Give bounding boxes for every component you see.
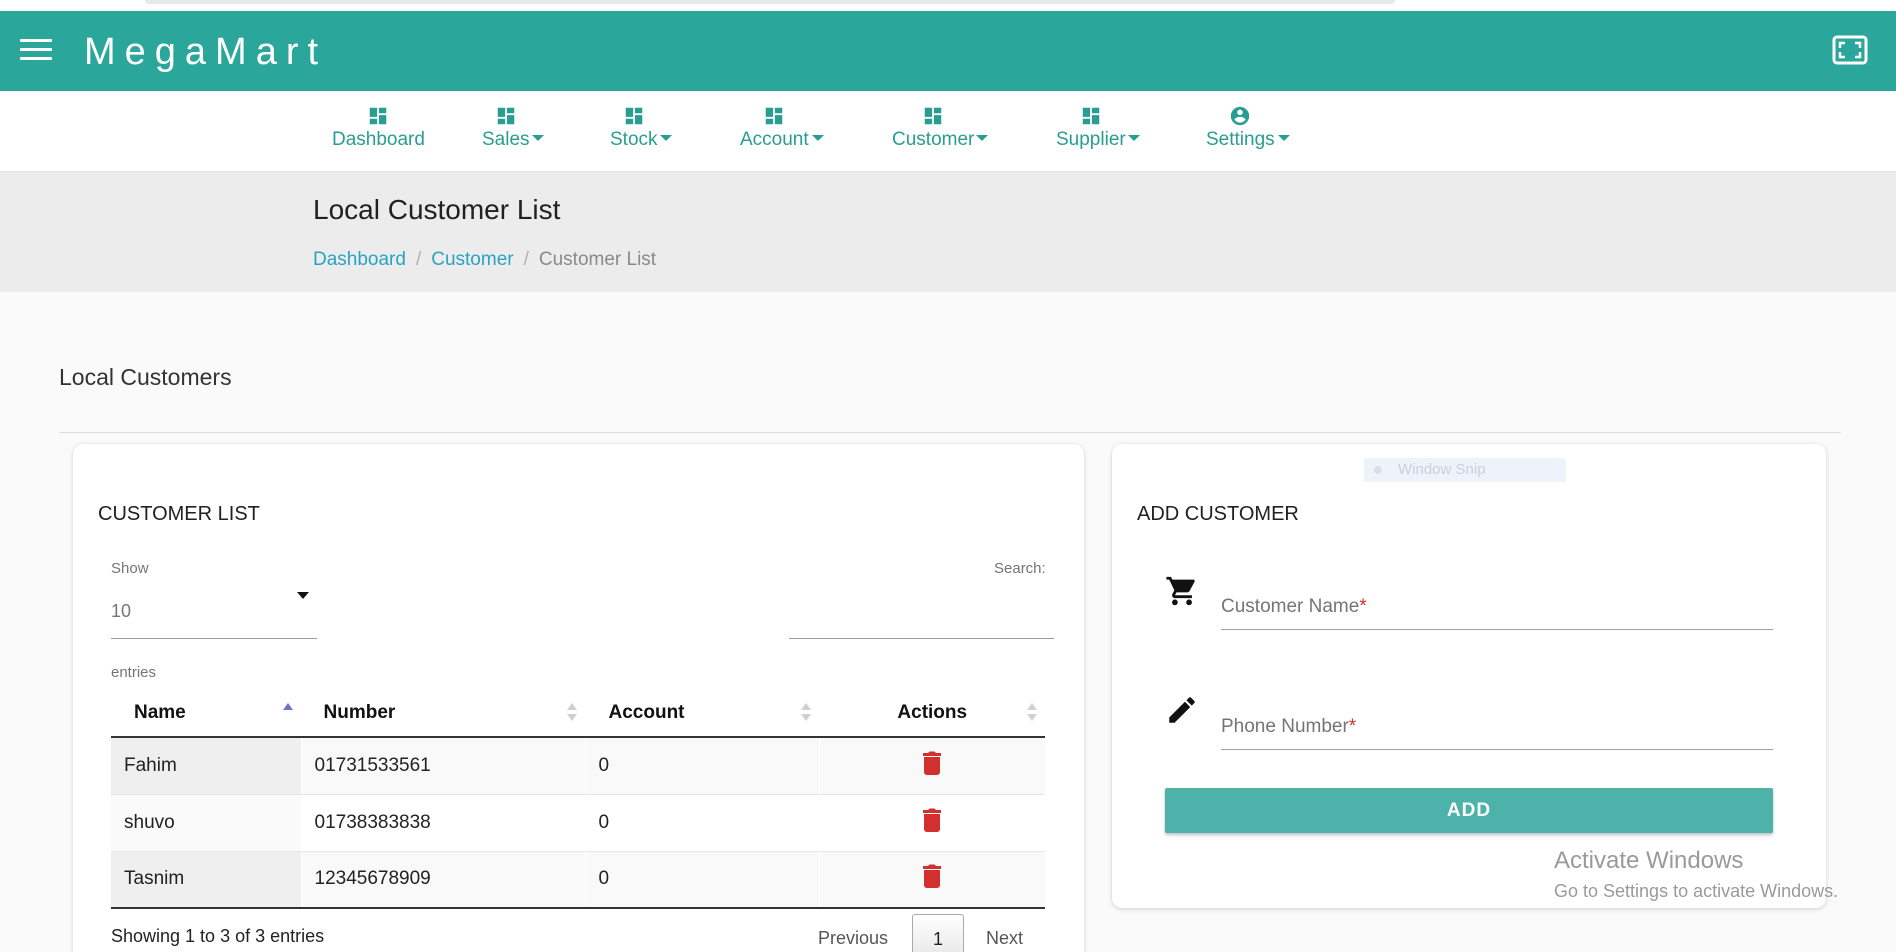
nav-label-settings: Settings xyxy=(1206,129,1275,150)
breadcrumb-dashboard[interactable]: Dashboard xyxy=(313,249,406,270)
page-title: Local Customer List xyxy=(313,194,561,225)
cell-account: 0 xyxy=(584,737,819,795)
main-nav: Dashboard Sales Stock Account Customer S… xyxy=(0,91,1896,172)
cell-name: Tasnim xyxy=(111,851,301,909)
column-header-number[interactable]: Number xyxy=(300,689,585,738)
cell-number: 01731533561 xyxy=(300,737,585,795)
pagination-previous[interactable]: Previous xyxy=(818,928,888,949)
column-header-actions[interactable]: Actions xyxy=(818,689,1045,738)
column-header-name[interactable]: Name xyxy=(111,689,301,738)
page-header: Local Customer List Dashboard / Customer / C… xyxy=(0,172,1896,292)
chevron-down-icon xyxy=(812,135,824,141)
chevron-down-icon xyxy=(532,135,544,141)
nav-item-account[interactable]: Account xyxy=(740,105,824,151)
pagination-next[interactable]: Next xyxy=(986,928,1023,949)
nav-item-stock[interactable]: Stock xyxy=(610,105,672,151)
page-length-value: 10 xyxy=(111,601,132,621)
shopping-cart-icon xyxy=(1166,576,1195,606)
activate-windows-title: Activate Windows xyxy=(1554,847,1744,874)
customer-name-label: Customer Name* xyxy=(1221,596,1367,617)
add-customer-button[interactable]: ADD xyxy=(1165,788,1773,833)
chevron-down-icon xyxy=(976,135,988,141)
dashboard-icon xyxy=(370,107,387,125)
delete-trash-icon[interactable] xyxy=(922,808,942,832)
table-row: shuvo 01738383838 0 xyxy=(111,794,1045,852)
table-info: Showing 1 to 3 of 3 entries xyxy=(111,926,325,946)
breadcrumb-current: Customer List xyxy=(538,249,657,270)
browser-top-strip xyxy=(0,0,1896,11)
customer-list-title: CUSTOMER LIST xyxy=(98,503,260,525)
cell-actions xyxy=(818,737,1045,795)
search-label: Search: xyxy=(994,560,1046,577)
cell-number: 01738383838 xyxy=(300,794,585,852)
fullscreen-icon[interactable] xyxy=(1832,35,1868,65)
app-bar: MegaMart xyxy=(0,11,1896,91)
nav-item-settings[interactable]: Settings xyxy=(1206,105,1290,151)
phone-number-field[interactable]: Phone Number* xyxy=(1221,698,1773,750)
entries-label: entries xyxy=(111,664,157,681)
nav-label-dashboard: Dashboard xyxy=(332,129,425,150)
cell-actions xyxy=(818,851,1045,909)
pagination-page-1[interactable]: 1 xyxy=(912,914,964,952)
nav-label-stock: Stock xyxy=(610,129,658,150)
activate-windows-watermark: Activate Windows Go to Settings to activ… xyxy=(1554,847,1838,902)
dashboard-icon xyxy=(766,107,783,125)
breadcrumb: Dashboard / Customer / Customer List xyxy=(313,249,656,271)
delete-trash-icon[interactable] xyxy=(922,751,942,775)
section-divider xyxy=(59,432,1841,433)
activate-windows-subtitle: Go to Settings to activate Windows. xyxy=(1554,881,1839,901)
chevron-down-icon xyxy=(660,135,672,141)
cell-name: Fahim xyxy=(111,737,301,795)
nav-item-supplier[interactable]: Supplier xyxy=(1056,105,1140,151)
page-length-select[interactable]: 10 xyxy=(111,592,317,639)
sort-icon xyxy=(566,703,577,723)
section-title: Local Customers xyxy=(59,364,232,390)
dashboard-icon xyxy=(924,107,942,125)
dashboard-icon xyxy=(497,107,515,125)
sort-icon xyxy=(1027,703,1037,723)
dashboard-icon xyxy=(625,107,643,125)
account-circle-icon xyxy=(1231,106,1250,126)
breadcrumb-separator: / xyxy=(523,249,529,270)
cell-actions xyxy=(818,794,1045,852)
table-header-row: Name Number Account Actions xyxy=(111,689,1045,738)
cell-account: 0 xyxy=(584,794,819,852)
nav-label-supplier: Supplier xyxy=(1056,129,1126,150)
pencil-icon xyxy=(1169,697,1195,723)
chevron-down-icon xyxy=(1278,135,1290,141)
sort-ascending-icon xyxy=(282,703,293,723)
cell-number: 12345678909 xyxy=(300,851,585,909)
add-customer-title: ADD CUSTOMER xyxy=(1137,503,1299,525)
nav-item-dashboard[interactable]: Dashboard xyxy=(332,105,425,151)
nav-item-sales[interactable]: Sales xyxy=(482,105,544,151)
address-bar-edge xyxy=(145,0,1395,4)
column-header-account[interactable]: Account xyxy=(584,689,819,738)
search-input[interactable] xyxy=(789,592,1054,639)
breadcrumb-separator: / xyxy=(415,249,422,270)
sort-icon xyxy=(800,703,811,723)
hamburger-menu-icon[interactable] xyxy=(20,39,52,63)
dashboard-icon xyxy=(1082,107,1100,125)
breadcrumb-customer[interactable]: Customer xyxy=(431,249,513,270)
customer-table: Name Number Account Actions Fahim 017315… xyxy=(111,689,1045,909)
nav-item-customer[interactable]: Customer xyxy=(892,105,988,151)
chevron-down-icon xyxy=(1128,135,1140,141)
window-snip-overlay: Window Snip xyxy=(1364,458,1566,482)
cell-account: 0 xyxy=(584,851,819,909)
brand-title: MegaMart xyxy=(84,31,328,73)
cell-name: shuvo xyxy=(111,794,301,852)
nav-label-customer: Customer xyxy=(892,129,975,150)
nav-label-account: Account xyxy=(740,129,809,150)
show-label: Show xyxy=(111,560,149,577)
table-row: Tasnim 12345678909 0 xyxy=(111,851,1045,909)
nav-label-sales: Sales xyxy=(482,129,530,150)
table-row: Fahim 01731533561 0 xyxy=(111,737,1045,795)
phone-number-label: Phone Number* xyxy=(1221,716,1357,737)
dropdown-arrow-icon xyxy=(297,592,309,599)
delete-trash-icon[interactable] xyxy=(922,864,942,889)
customer-name-field[interactable]: Customer Name* xyxy=(1221,578,1773,630)
